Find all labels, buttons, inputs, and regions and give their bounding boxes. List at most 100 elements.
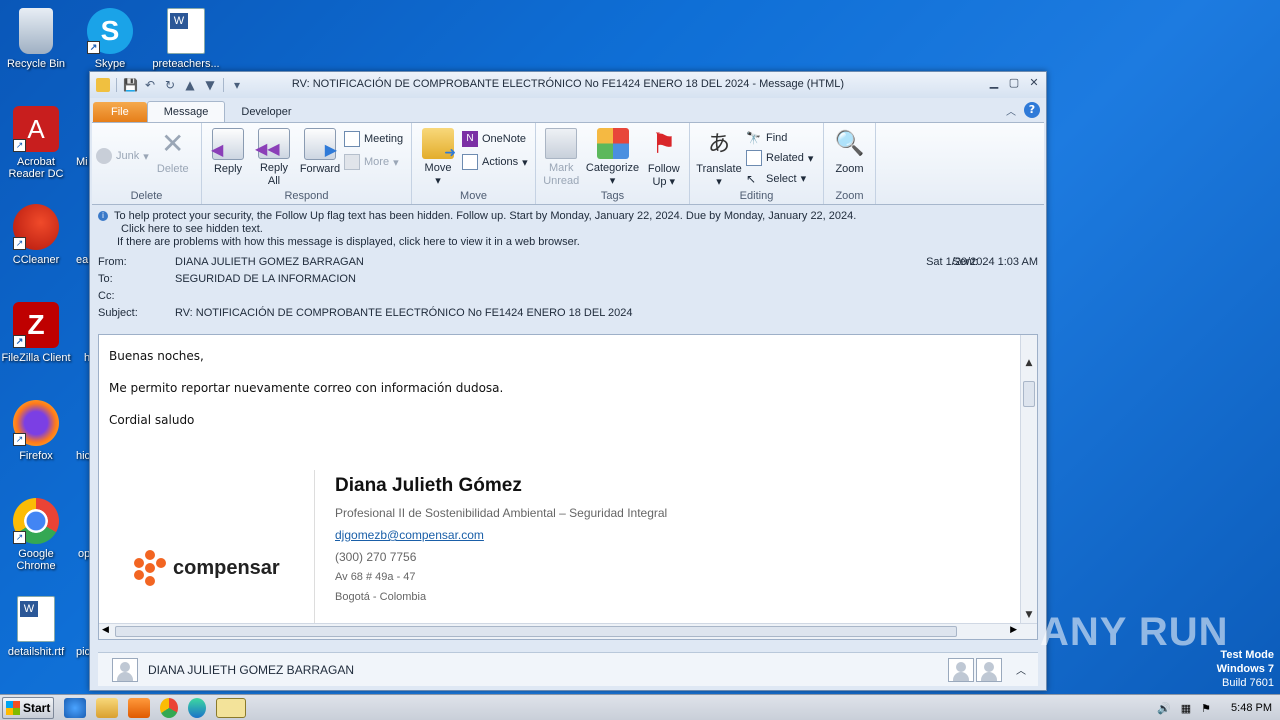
follow-up-label-2: Up: [652, 176, 667, 188]
desktop-icon-chrome[interactable]: ↗ Google Chrome: [0, 498, 72, 572]
forward-button[interactable]: ▶ Forward: [298, 126, 342, 188]
categorize-button[interactable]: Categorize ▾: [585, 126, 641, 188]
reply-button[interactable]: ◀ Reply: [206, 126, 250, 188]
move-button[interactable]: ➜ Move ▾: [416, 126, 460, 188]
translate-label: Translate: [696, 163, 742, 175]
actions-icon: [462, 154, 478, 170]
restore-icon[interactable]: ▢: [1006, 76, 1022, 90]
desktop-icon-recycle-bin[interactable]: Recycle Bin: [0, 8, 72, 70]
find-label: Find: [766, 132, 788, 145]
customize-toolbar-icon[interactable]: ▾: [230, 78, 244, 92]
more-button[interactable]: More ▾: [344, 152, 403, 172]
scroll-right-icon[interactable]: ▶: [1010, 625, 1017, 635]
compensar-logo-icon: [134, 550, 166, 586]
desktop-icon-filezilla[interactable]: Z ↗ FileZilla Client: [0, 302, 72, 364]
infobar-web-browser-link[interactable]: If there are problems with how this mess…: [98, 235, 1038, 248]
signature-email-link[interactable]: djgomezb@compensar.com: [335, 528, 484, 542]
junk-button[interactable]: Junk ▾: [96, 146, 149, 166]
dropdown-arrow-icon: ▾: [435, 175, 441, 187]
people-view-icon[interactable]: [976, 658, 1002, 682]
related-button[interactable]: Related ▾: [746, 149, 813, 167]
move-label: Move: [424, 162, 452, 174]
flag-icon: ⚑: [651, 128, 677, 159]
minimize-icon[interactable]: ▁: [986, 76, 1002, 90]
vertical-scrollbar[interactable]: ▲ ▼: [1020, 335, 1037, 623]
from-value[interactable]: DIANA JULIETH GOMEZ BARRAGAN: [175, 256, 364, 268]
infobar-security[interactable]: i To help protect your security, the Fol…: [98, 209, 1038, 222]
desktop-icon-label: FileZilla Client: [1, 352, 71, 364]
outlook-app-icon: [96, 78, 110, 92]
zoom-button[interactable]: 🔍 Zoom: [828, 126, 871, 188]
related-icon: [746, 150, 762, 167]
scrollbar-thumb[interactable]: [1023, 381, 1035, 407]
tab-message[interactable]: Message: [146, 101, 226, 122]
desktop-partial-label: ea: [76, 254, 89, 266]
redo-icon[interactable]: ↻: [163, 78, 177, 92]
to-value[interactable]: SEGURIDAD DE LA INFORMACION: [175, 273, 356, 285]
mark-unread-button[interactable]: Mark Unread: [540, 126, 583, 188]
ribbon-group-tags: Mark Unread Categorize ▾ ⚑ Follow Up ▾ T…: [536, 123, 690, 204]
translate-button[interactable]: あ Translate ▾: [694, 126, 744, 188]
person-view-icon[interactable]: [948, 658, 974, 682]
find-button[interactable]: 🔭 Find: [746, 129, 813, 147]
infobar-text-1: To help protect your security, the Follo…: [114, 209, 857, 222]
collapse-people-pane-icon[interactable]: ︿: [1016, 662, 1026, 677]
reply-all-label-1: Reply: [259, 162, 289, 174]
follow-up-button[interactable]: ⚑ Follow Up ▾: [643, 126, 686, 188]
header-subject-row: Subject: RV: NOTIFICACIÓN DE COMPROBANTE…: [98, 304, 1038, 321]
people-pane-name[interactable]: DIANA JULIETH GOMEZ BARRAGAN: [148, 663, 354, 677]
undo-icon[interactable]: ↶: [143, 78, 157, 92]
avatar: [112, 657, 138, 682]
ribbon-group-respond: ◀ Reply ◀◀ Reply All ▶ Forward Meeting M…: [202, 123, 412, 204]
select-label: Select: [766, 172, 797, 185]
close-icon[interactable]: ✕: [1026, 76, 1042, 90]
tab-file[interactable]: File: [93, 102, 147, 122]
minimize-ribbon-icon[interactable]: ︿: [1006, 103, 1016, 118]
flag-tray-icon[interactable]: ⚑: [1201, 702, 1211, 715]
scroll-up-icon[interactable]: ▲: [1021, 355, 1037, 371]
volume-icon[interactable]: 🔊: [1157, 702, 1171, 715]
edge-icon[interactable]: [188, 697, 206, 718]
signature-name: Diana Julieth Gómez: [335, 475, 522, 496]
desktop-icon-document[interactable]: W preteachers...: [150, 8, 222, 70]
delete-button[interactable]: ✕ Delete: [151, 126, 195, 188]
save-icon[interactable]: 💾: [123, 78, 138, 92]
translate-icon: あ: [707, 131, 730, 156]
signature-city: Bogotá - Colombia: [335, 591, 427, 603]
desktop-icon-label: Firefox: [19, 450, 53, 462]
signature-divider: [314, 470, 315, 625]
group-label-move: Move: [460, 190, 487, 202]
scroll-left-icon[interactable]: ◀: [102, 625, 109, 635]
previous-item-icon[interactable]: ▲: [183, 78, 197, 92]
desktop-icon-firefox[interactable]: ↗ Firefox: [0, 400, 72, 462]
media-player-icon[interactable]: [128, 697, 150, 718]
next-item-icon[interactable]: ▼: [203, 78, 217, 92]
start-button[interactable]: Start: [2, 696, 54, 719]
desktop-icon-skype[interactable]: S ↗ Skype: [74, 8, 146, 70]
tab-developer[interactable]: Developer: [225, 102, 307, 122]
message-body-pane[interactable]: Buenas noches, Me permito reportar nueva…: [98, 334, 1038, 640]
select-button[interactable]: ↖ Select ▾: [746, 170, 813, 188]
internet-explorer-icon[interactable]: [64, 697, 86, 718]
clock[interactable]: 5:48 PM: [1231, 702, 1272, 714]
ribbon-group-move: ➜ Move ▾ N OneNote Actions ▾ Move: [412, 123, 536, 204]
onenote-button[interactable]: N OneNote: [462, 129, 528, 149]
desktop-icon-ccleaner[interactable]: ↗ CCleaner: [0, 204, 72, 266]
horizontal-scrollbar[interactable]: ◀ ▶: [99, 623, 1037, 639]
actions-button[interactable]: Actions ▾: [462, 152, 528, 172]
reply-all-button[interactable]: ◀◀ Reply All: [252, 126, 296, 188]
meeting-button[interactable]: Meeting: [344, 129, 403, 149]
network-icon[interactable]: ▦: [1181, 702, 1191, 715]
desktop-icon-rtf[interactable]: W detailshit.rtf: [0, 596, 72, 658]
file-explorer-icon[interactable]: [96, 697, 118, 718]
help-icon[interactable]: ?: [1024, 102, 1040, 118]
scrollbar-thumb[interactable]: [115, 626, 957, 637]
scroll-down-icon[interactable]: ▼: [1021, 607, 1037, 623]
infobar-hidden-text-link[interactable]: Click here to see hidden text.: [98, 222, 1038, 235]
outlook-taskbar-icon[interactable]: [216, 697, 246, 718]
more-icon: [344, 154, 360, 170]
info-icon: i: [98, 210, 108, 221]
ribbon-tab-controls: ︿ ?: [1006, 102, 1040, 118]
chrome-taskbar-icon[interactable]: [160, 697, 178, 718]
desktop-icon-acrobat[interactable]: A ↗ Acrobat Reader DC: [0, 106, 72, 180]
